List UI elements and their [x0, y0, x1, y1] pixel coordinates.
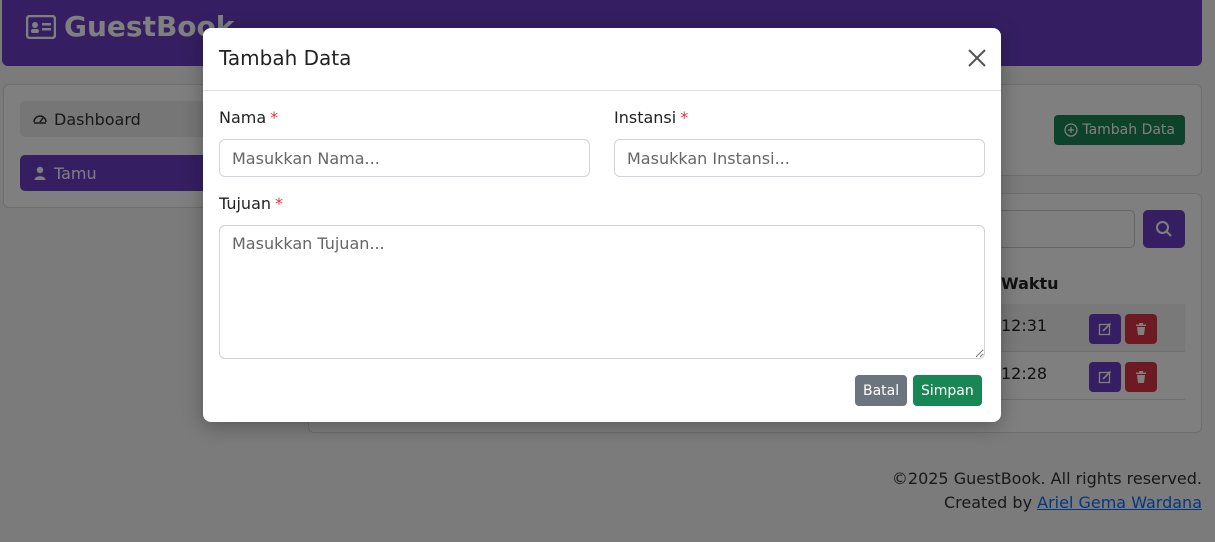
nama-label-text: Nama: [219, 108, 267, 127]
tujuan-label: Tujuan *: [219, 194, 283, 213]
instansi-input[interactable]: [614, 139, 985, 177]
modal-header: Tambah Data: [203, 28, 1001, 91]
close-button[interactable]: [967, 48, 987, 68]
tujuan-textarea[interactable]: [219, 225, 985, 359]
instansi-label-text: Instansi: [614, 108, 677, 127]
save-button[interactable]: Simpan: [913, 375, 982, 406]
required-marker: *: [275, 194, 284, 213]
close-icon: [968, 49, 986, 67]
modal-title: Tambah Data: [219, 46, 352, 70]
instansi-label: Instansi *: [614, 108, 688, 127]
add-data-modal: Tambah Data Nama* Instansi* Tujuan* Bata…: [203, 28, 1001, 422]
tujuan-label-text: Tujuan: [219, 194, 272, 213]
required-marker: *: [680, 108, 689, 127]
nama-label: Nama *: [219, 108, 278, 127]
required-marker: *: [270, 108, 279, 127]
cancel-button[interactable]: Batal: [855, 375, 908, 406]
nama-input[interactable]: [219, 139, 590, 177]
